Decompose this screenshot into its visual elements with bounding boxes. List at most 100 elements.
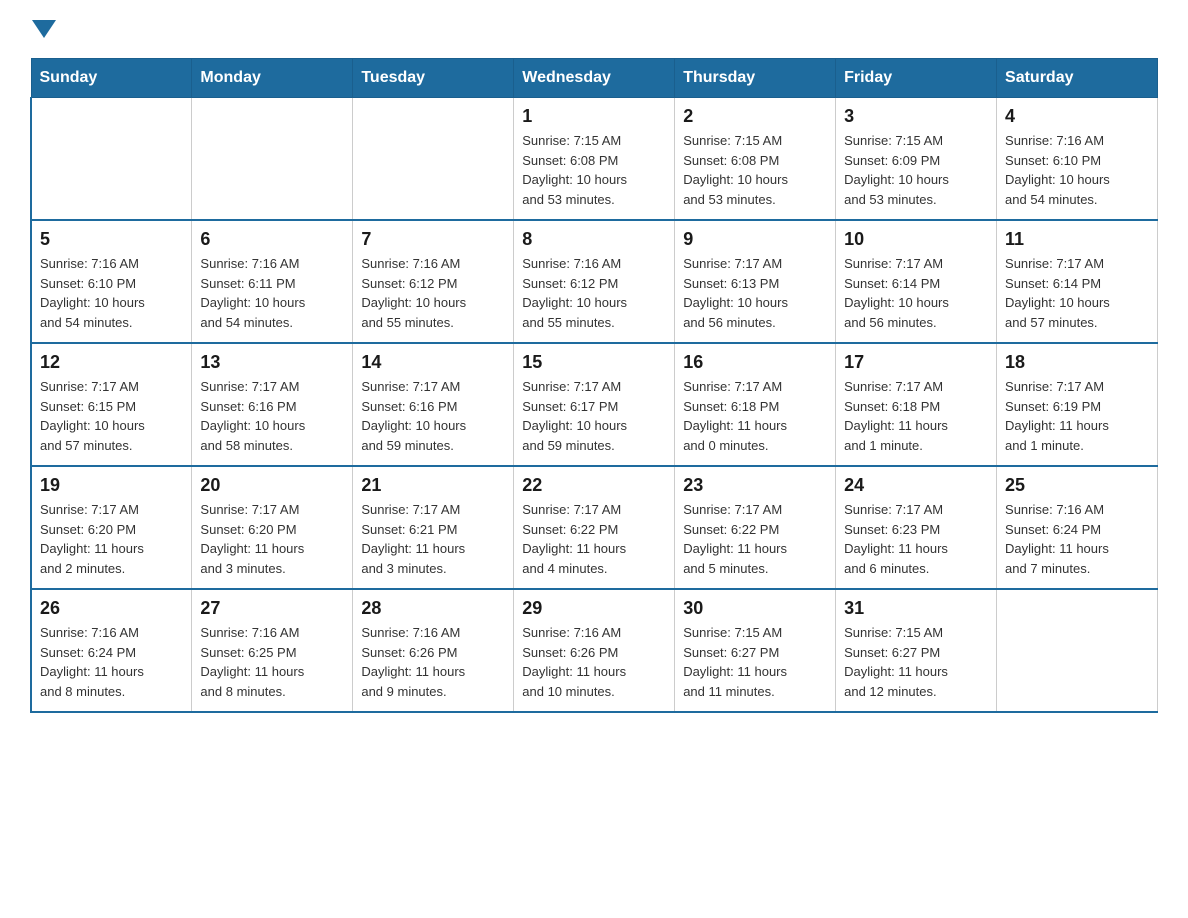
calendar-cell: 31 Sunrise: 7:15 AMSunset: 6:27 PMDayligh…	[836, 589, 997, 712]
day-info: Sunrise: 7:15 AMSunset: 6:27 PMDaylight:…	[844, 623, 988, 701]
day-info: Sunrise: 7:15 AMSunset: 6:08 PMDaylight:…	[683, 131, 827, 209]
day-number: 25	[1005, 475, 1149, 496]
day-info: Sunrise: 7:17 AMSunset: 6:18 PMDaylight:…	[683, 377, 827, 455]
calendar-cell: 14 Sunrise: 7:17 AMSunset: 6:16 PMDayligh…	[353, 343, 514, 466]
calendar-cell: 9Sunrise: 7:17 AMSunset: 6:13 PMDaylight…	[675, 220, 836, 343]
weekday-header-friday: Friday	[836, 59, 997, 98]
day-number: 24	[844, 475, 988, 496]
day-number: 12	[40, 352, 183, 373]
day-number: 17	[844, 352, 988, 373]
calendar-cell: 11 Sunrise: 7:17 AMSunset: 6:14 PMDayligh…	[997, 220, 1158, 343]
day-number: 28	[361, 598, 505, 619]
day-number: 11	[1005, 229, 1149, 250]
calendar-cell: 7 Sunrise: 7:16 AMSunset: 6:12 PMDaylight…	[353, 220, 514, 343]
day-info: Sunrise: 7:16 AMSunset: 6:10 PMDaylight:…	[40, 254, 183, 332]
calendar-cell	[192, 98, 353, 221]
calendar-week-row: 19Sunrise: 7:17 AMSunset: 6:20 PMDayligh…	[31, 466, 1158, 589]
day-info: Sunrise: 7:17 AMSunset: 6:16 PMDaylight:…	[361, 377, 505, 455]
day-number: 26	[40, 598, 183, 619]
day-number: 14	[361, 352, 505, 373]
calendar-cell: 3 Sunrise: 7:15 AMSunset: 6:09 PMDaylight…	[836, 98, 997, 221]
day-number: 22	[522, 475, 666, 496]
day-info: Sunrise: 7:16 AMSunset: 6:25 PMDaylight:…	[200, 623, 344, 701]
calendar-cell: 24Sunrise: 7:17 AMSunset: 6:23 PMDayligh…	[836, 466, 997, 589]
day-info: Sunrise: 7:17 AMSunset: 6:21 PMDaylight:…	[361, 500, 505, 578]
day-info: Sunrise: 7:17 AMSunset: 6:14 PMDaylight:…	[1005, 254, 1149, 332]
calendar-header-row: SundayMondayTuesdayWednesdayThursdayFrid…	[31, 59, 1158, 98]
calendar-cell: 26 Sunrise: 7:16 AMSunset: 6:24 PMDayligh…	[31, 589, 192, 712]
day-number: 6	[200, 229, 344, 250]
day-number: 21	[361, 475, 505, 496]
calendar-cell: 13Sunrise: 7:17 AMSunset: 6:16 PMDayligh…	[192, 343, 353, 466]
calendar-cell: 17 Sunrise: 7:17 AMSunset: 6:18 PMDayligh…	[836, 343, 997, 466]
day-info: Sunrise: 7:15 AMSunset: 6:09 PMDaylight:…	[844, 131, 988, 209]
day-info: Sunrise: 7:16 AMSunset: 6:24 PMDaylight:…	[1005, 500, 1149, 578]
calendar-cell: 1 Sunrise: 7:15 AMSunset: 6:08 PMDaylight…	[514, 98, 675, 221]
day-info: Sunrise: 7:17 AMSunset: 6:14 PMDaylight:…	[844, 254, 988, 332]
day-number: 18	[1005, 352, 1149, 373]
weekday-header-sunday: Sunday	[31, 59, 192, 98]
calendar-cell: 22 Sunrise: 7:17 AMSunset: 6:22 PMDayligh…	[514, 466, 675, 589]
day-number: 1	[522, 106, 666, 127]
calendar-week-row: 12 Sunrise: 7:17 AMSunset: 6:15 PMDayligh…	[31, 343, 1158, 466]
day-info: Sunrise: 7:16 AMSunset: 6:10 PMDaylight:…	[1005, 131, 1149, 209]
calendar-cell: 10Sunrise: 7:17 AMSunset: 6:14 PMDayligh…	[836, 220, 997, 343]
calendar-cell: 28Sunrise: 7:16 AMSunset: 6:26 PMDayligh…	[353, 589, 514, 712]
calendar-cell: 29 Sunrise: 7:16 AMSunset: 6:26 PMDayligh…	[514, 589, 675, 712]
day-number: 20	[200, 475, 344, 496]
calendar-cell	[31, 98, 192, 221]
calendar-cell: 23Sunrise: 7:17 AMSunset: 6:22 PMDayligh…	[675, 466, 836, 589]
day-number: 3	[844, 106, 988, 127]
logo-triangle-icon	[32, 20, 56, 38]
day-info: Sunrise: 7:16 AMSunset: 6:24 PMDaylight:…	[40, 623, 183, 701]
day-info: Sunrise: 7:17 AMSunset: 6:16 PMDaylight:…	[200, 377, 344, 455]
day-number: 16	[683, 352, 827, 373]
day-info: Sunrise: 7:16 AMSunset: 6:12 PMDaylight:…	[361, 254, 505, 332]
calendar-cell: 18 Sunrise: 7:17 AMSunset: 6:19 PMDayligh…	[997, 343, 1158, 466]
day-number: 29	[522, 598, 666, 619]
day-number: 5	[40, 229, 183, 250]
day-number: 15	[522, 352, 666, 373]
day-info: Sunrise: 7:17 AMSunset: 6:18 PMDaylight:…	[844, 377, 988, 455]
calendar-cell: 30 Sunrise: 7:15 AMSunset: 6:27 PMDayligh…	[675, 589, 836, 712]
day-info: Sunrise: 7:17 AMSunset: 6:19 PMDaylight:…	[1005, 377, 1149, 455]
day-info: Sunrise: 7:15 AMSunset: 6:08 PMDaylight:…	[522, 131, 666, 209]
calendar-cell: 20 Sunrise: 7:17 AMSunset: 6:20 PMDayligh…	[192, 466, 353, 589]
day-info: Sunrise: 7:16 AMSunset: 6:26 PMDaylight:…	[522, 623, 666, 701]
logo	[30, 20, 58, 38]
calendar-cell: 15Sunrise: 7:17 AMSunset: 6:17 PMDayligh…	[514, 343, 675, 466]
calendar-cell: 12 Sunrise: 7:17 AMSunset: 6:15 PMDayligh…	[31, 343, 192, 466]
calendar-cell: 21 Sunrise: 7:17 AMSunset: 6:21 PMDayligh…	[353, 466, 514, 589]
calendar-week-row: 1 Sunrise: 7:15 AMSunset: 6:08 PMDaylight…	[31, 98, 1158, 221]
day-number: 7	[361, 229, 505, 250]
day-info: Sunrise: 7:16 AMSunset: 6:11 PMDaylight:…	[200, 254, 344, 332]
calendar-cell: 5 Sunrise: 7:16 AMSunset: 6:10 PMDaylight…	[31, 220, 192, 343]
calendar-cell: 8 Sunrise: 7:16 AMSunset: 6:12 PMDaylight…	[514, 220, 675, 343]
day-info: Sunrise: 7:17 AMSunset: 6:20 PMDaylight:…	[200, 500, 344, 578]
calendar-week-row: 26 Sunrise: 7:16 AMSunset: 6:24 PMDayligh…	[31, 589, 1158, 712]
day-info: Sunrise: 7:17 AMSunset: 6:13 PMDaylight:…	[683, 254, 827, 332]
day-number: 4	[1005, 106, 1149, 127]
calendar-cell: 27 Sunrise: 7:16 AMSunset: 6:25 PMDayligh…	[192, 589, 353, 712]
day-info: Sunrise: 7:17 AMSunset: 6:15 PMDaylight:…	[40, 377, 183, 455]
calendar-cell	[353, 98, 514, 221]
day-number: 27	[200, 598, 344, 619]
page-header	[30, 20, 1158, 38]
calendar-cell: 25 Sunrise: 7:16 AMSunset: 6:24 PMDayligh…	[997, 466, 1158, 589]
day-info: Sunrise: 7:17 AMSunset: 6:20 PMDaylight:…	[40, 500, 183, 578]
day-number: 30	[683, 598, 827, 619]
calendar-cell: 19Sunrise: 7:17 AMSunset: 6:20 PMDayligh…	[31, 466, 192, 589]
calendar-cell: 16 Sunrise: 7:17 AMSunset: 6:18 PMDayligh…	[675, 343, 836, 466]
day-info: Sunrise: 7:16 AMSunset: 6:12 PMDaylight:…	[522, 254, 666, 332]
weekday-header-tuesday: Tuesday	[353, 59, 514, 98]
calendar-cell: 2 Sunrise: 7:15 AMSunset: 6:08 PMDaylight…	[675, 98, 836, 221]
weekday-header-monday: Monday	[192, 59, 353, 98]
day-info: Sunrise: 7:17 AMSunset: 6:22 PMDaylight:…	[522, 500, 666, 578]
day-number: 31	[844, 598, 988, 619]
day-number: 8	[522, 229, 666, 250]
calendar-cell	[997, 589, 1158, 712]
day-number: 23	[683, 475, 827, 496]
day-info: Sunrise: 7:15 AMSunset: 6:27 PMDaylight:…	[683, 623, 827, 701]
day-number: 2	[683, 106, 827, 127]
calendar-cell: 6 Sunrise: 7:16 AMSunset: 6:11 PMDaylight…	[192, 220, 353, 343]
